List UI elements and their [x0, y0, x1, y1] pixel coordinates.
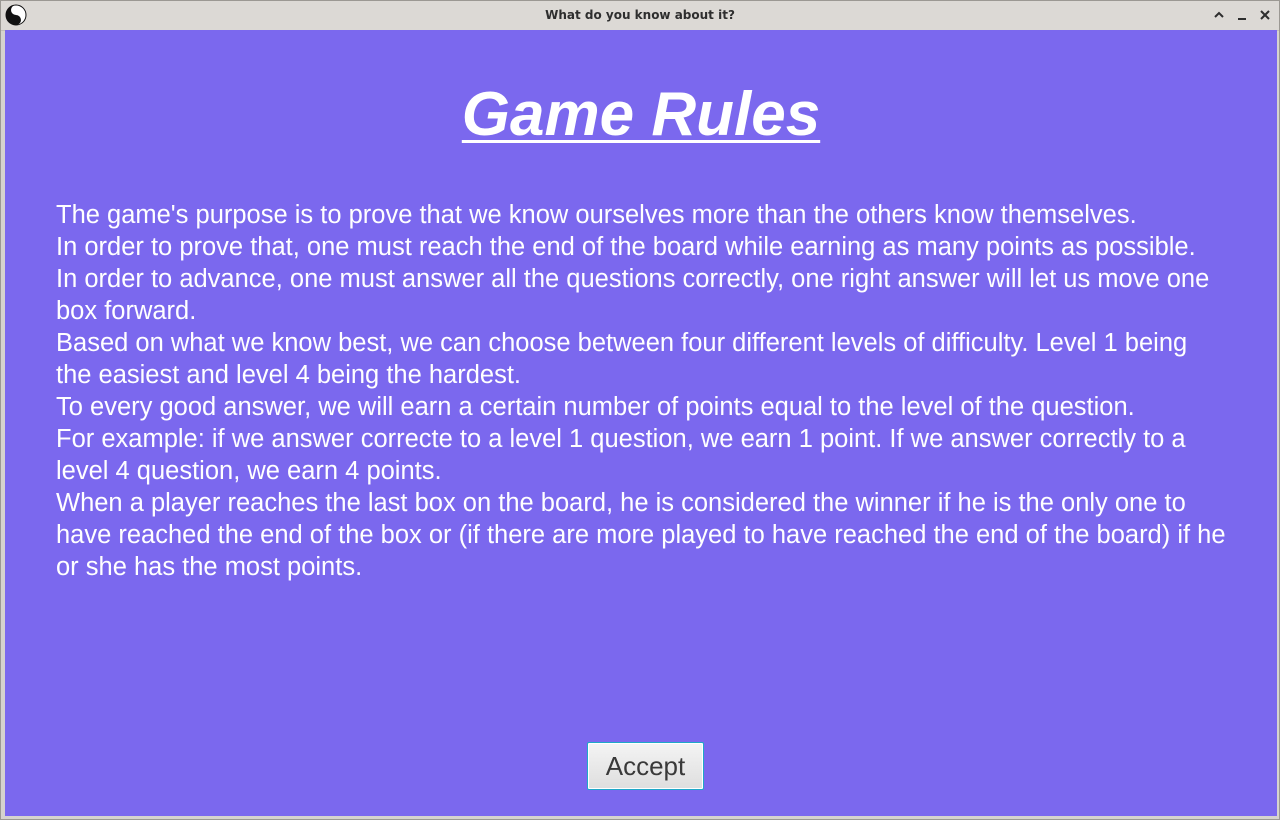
page-title: Game Rules: [461, 80, 821, 149]
rule-item: When a player reaches the last box on th…: [56, 489, 1226, 581]
minimize-icon[interactable]: [1234, 7, 1250, 23]
maximize-icon[interactable]: [1211, 7, 1227, 23]
rule-item: The game's purpose is to prove that we k…: [56, 201, 1137, 229]
rules-list: The game's purpose is to prove that we k…: [56, 199, 1226, 583]
rule-item: Based on what we know best, we can choos…: [56, 329, 1188, 389]
rule-item: In order to advance, one must answer all…: [56, 265, 1210, 325]
rules-panel: Game Rules The game's purpose is to prov…: [5, 30, 1277, 816]
app-window: What do you know about it? Game Rules Th…: [0, 0, 1280, 820]
rule-item: For example: if we answer correcte to a …: [56, 425, 1186, 485]
close-icon[interactable]: [1257, 7, 1273, 23]
window-title: What do you know about it?: [545, 8, 735, 22]
accept-button[interactable]: Accept: [587, 742, 704, 790]
title-bar[interactable]: What do you know about it?: [1, 1, 1279, 31]
rule-item: To every good answer, we will earn a cer…: [56, 393, 1135, 421]
rule-item: In order to prove that, one must reach t…: [56, 233, 1196, 261]
